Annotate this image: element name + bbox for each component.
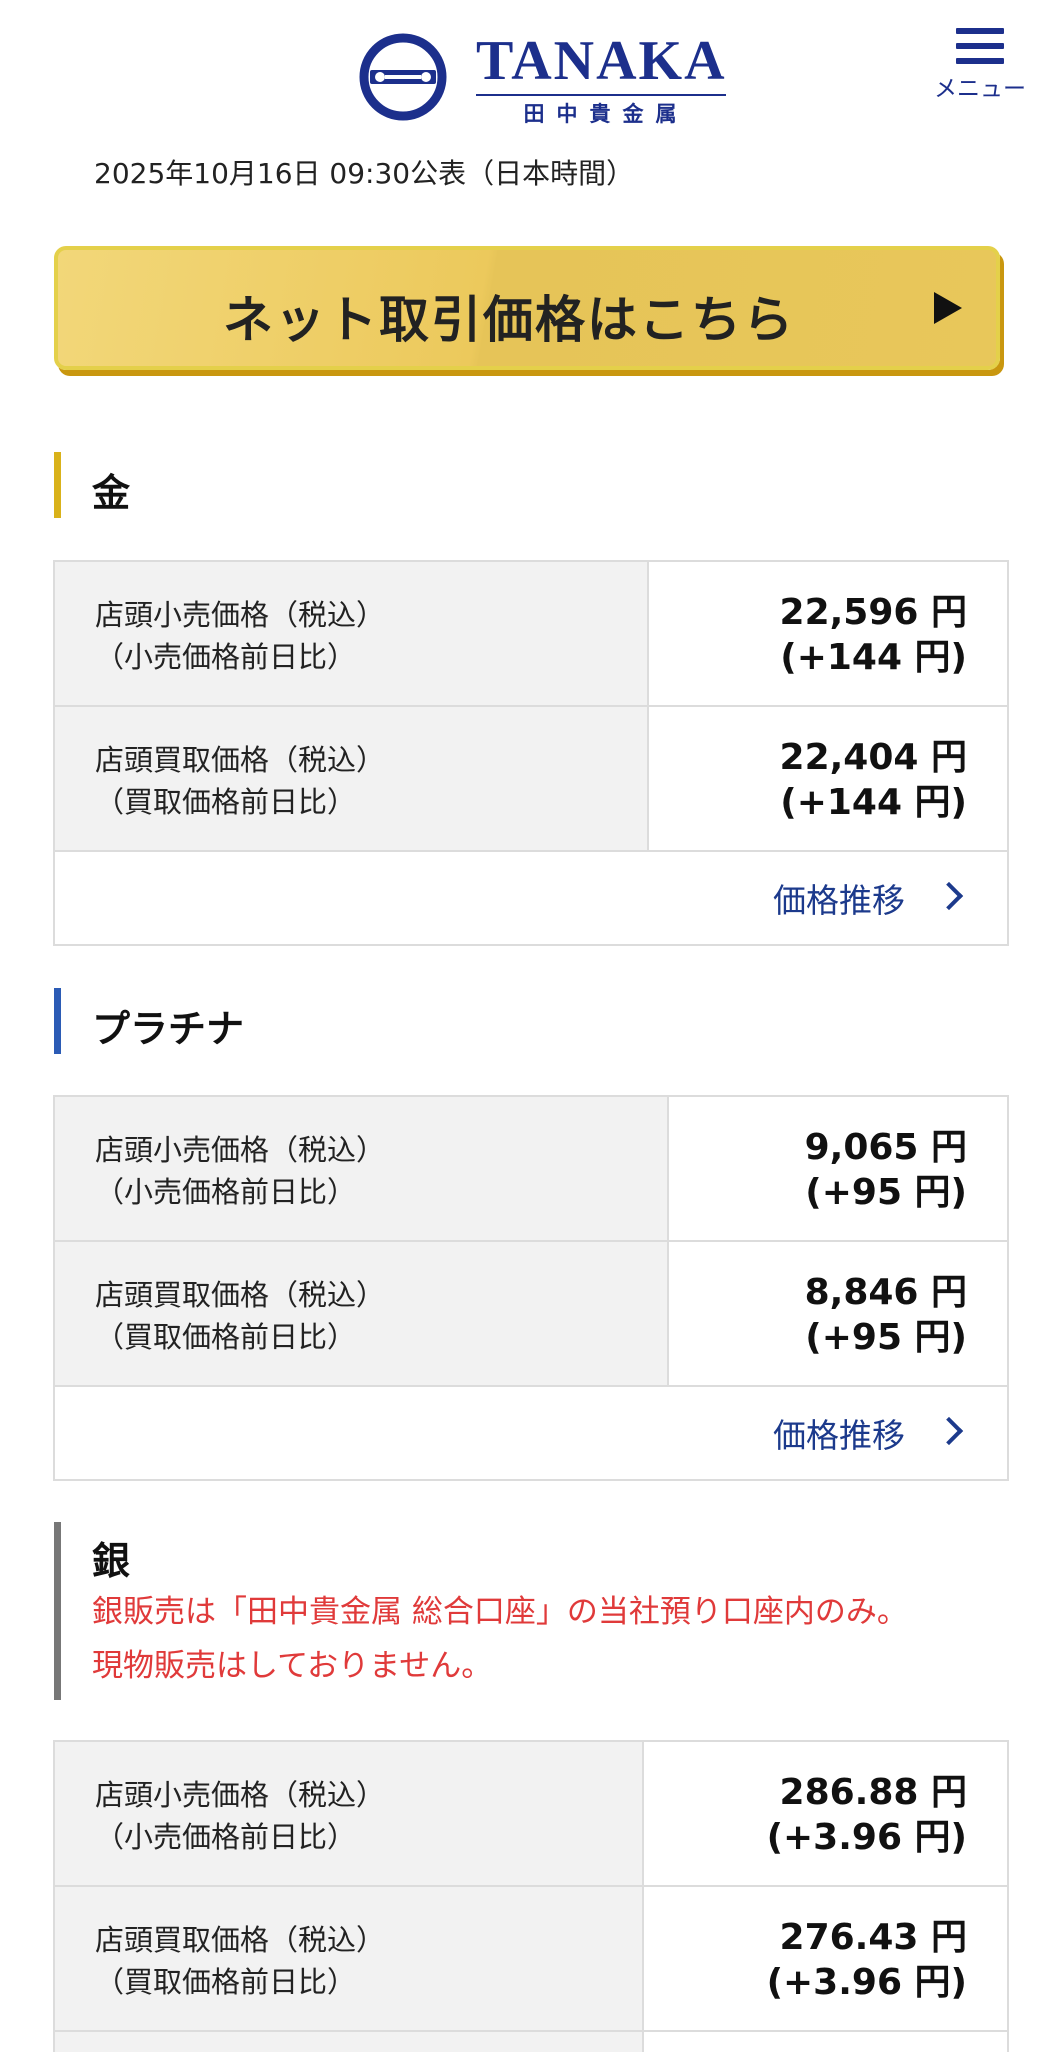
silver-price-table: 店頭小売価格（税込） （小売価格前日比） 286.88 円 (+3.96 円) … (53, 1740, 1009, 2052)
trend-link-label: 価格推移 (773, 881, 905, 920)
gold-price-table: 店頭小売価格（税込） （小売価格前日比） 22,596 円 (+144 円) 店… (53, 560, 1009, 946)
price-change: (+144 円) (780, 782, 967, 823)
cta-label: ネット取引価格はこちら (223, 291, 795, 349)
table-row-partial (55, 2032, 1007, 2052)
platinum-price-table: 店頭小売価格（税込） （小売価格前日比） 9,065 円 (+95 円) 店頭買… (53, 1095, 1009, 1481)
price-label: 店頭買取価格（税込） (95, 743, 386, 777)
price-label: 店頭小売価格（税込） (95, 1778, 386, 1812)
tanaka-logo-mark-icon (359, 33, 447, 121)
silver-notice-line-1: 銀販売は「田中貴金属 総合口座」の当社預り口座内のみ。 (92, 1594, 908, 1630)
price-value-cell: 286.88 円 (+3.96 円) (644, 1742, 1007, 1885)
price-change: (+144 円) (780, 637, 967, 678)
price-sublabel: （小売価格前日比） (95, 640, 357, 674)
price-label-cell: 店頭小売価格（税込） （小売価格前日比） (55, 1097, 669, 1240)
price-label: 店頭買取価格（税込） (95, 1278, 386, 1312)
price-label-cell: 店頭小売価格（税込） （小売価格前日比） (55, 562, 649, 705)
menu-button[interactable]: メニュー (930, 28, 1030, 118)
price-sublabel: （小売価格前日比） (95, 1820, 357, 1854)
price-sublabel: （買取価格前日比） (95, 785, 357, 819)
price-sublabel: （買取価格前日比） (95, 1965, 357, 1999)
section-title: 銀 (92, 1539, 131, 1583)
section-platinum-heading: プラチナ (54, 988, 244, 1054)
price-label-cell: 店頭小売価格（税込） （小売価格前日比） (55, 1742, 644, 1885)
price-value: 276.43 円 (779, 1917, 967, 1958)
price-value-cell (644, 2032, 1007, 2052)
menu-label: メニュー (934, 76, 1026, 102)
price-change: (+95 円) (805, 1172, 967, 1213)
price-value-cell: 276.43 円 (+3.96 円) (644, 1887, 1007, 2030)
site-header: TANAKA 田中貴金属 メニュー (0, 0, 1062, 140)
price-value: 286.88 円 (779, 1772, 967, 1813)
price-label-cell: 店頭買取価格（税込） （買取価格前日比） (55, 1887, 644, 2030)
logo-name: TANAKA (476, 30, 727, 92)
silver-notice-line-2: 現物販売はしておりません。 (92, 1648, 493, 1684)
price-value-cell: 22,596 円 (+144 円) (649, 562, 1007, 705)
price-label: 店頭買取価格（税込） (95, 1923, 386, 1957)
table-row: 店頭買取価格（税込） （買取価格前日比） 22,404 円 (+144 円) (55, 707, 1007, 852)
price-label: 店頭小売価格（税込） (95, 598, 386, 632)
section-platinum-bar (54, 988, 61, 1054)
price-sublabel: （買取価格前日比） (95, 1320, 357, 1354)
announcement-time: 2025年10月16日 09:30公表（日本時間） (94, 157, 635, 190)
table-row: 店頭買取価格（税込） （買取価格前日比） 8,846 円 (+95 円) (55, 1242, 1007, 1387)
price-value: 9,065 円 (804, 1127, 967, 1168)
section-silver-bar (54, 1522, 61, 1700)
gold-price-trend-link[interactable]: 価格推移 (55, 852, 1007, 944)
trend-link-label: 価格推移 (773, 1416, 905, 1455)
logo-rule (476, 94, 726, 96)
platinum-price-trend-link[interactable]: 価格推移 (55, 1387, 1007, 1479)
price-value: 8,846 円 (804, 1272, 967, 1313)
price-change: (+3.96 円) (766, 1817, 967, 1858)
price-value-cell: 9,065 円 (+95 円) (669, 1097, 1007, 1240)
play-arrow-icon (934, 292, 962, 324)
table-row: 店頭小売価格（税込） （小売価格前日比） 286.88 円 (+3.96 円) (55, 1742, 1007, 1887)
price-value: 22,596 円 (779, 592, 967, 633)
section-gold-heading: 金 (54, 452, 130, 518)
price-sublabel: （小売価格前日比） (95, 1175, 357, 1209)
logo-subtitle: 田中貴金属 (523, 102, 689, 126)
table-row: 店頭買取価格（税込） （買取価格前日比） 276.43 円 (+3.96 円) (55, 1887, 1007, 2032)
section-gold-bar (54, 452, 61, 518)
chevron-right-icon (934, 1416, 964, 1446)
price-change: (+3.96 円) (766, 1962, 967, 2003)
table-row: 店頭小売価格（税込） （小売価格前日比） 9,065 円 (+95 円) (55, 1097, 1007, 1242)
price-label-cell (55, 2032, 644, 2052)
tanaka-logo[interactable]: TANAKA 田中貴金属 (358, 30, 728, 128)
price-change: (+95 円) (805, 1317, 967, 1358)
logo-text: TANAKA 田中貴金属 (476, 30, 726, 128)
price-label-cell: 店頭買取価格（税込） （買取価格前日比） (55, 1242, 669, 1385)
section-silver-heading: 銀 銀販売は「田中貴金属 総合口座」の当社預り口座内のみ。 現物販売はしておりま… (54, 1522, 908, 1700)
table-row: 店頭小売価格（税込） （小売価格前日比） 22,596 円 (+144 円) (55, 562, 1007, 707)
chevron-right-icon (934, 881, 964, 911)
net-trading-price-button[interactable]: ネット取引価格はこちら (54, 246, 1004, 380)
price-value-cell: 8,846 円 (+95 円) (669, 1242, 1007, 1385)
section-title: プラチナ (92, 1007, 245, 1051)
price-label-cell: 店頭買取価格（税込） （買取価格前日比） (55, 707, 649, 850)
price-label: 店頭小売価格（税込） (95, 1133, 386, 1167)
section-title: 金 (92, 471, 131, 515)
price-value: 22,404 円 (779, 737, 967, 778)
price-value-cell: 22,404 円 (+144 円) (649, 707, 1007, 850)
hamburger-icon (956, 28, 1004, 64)
